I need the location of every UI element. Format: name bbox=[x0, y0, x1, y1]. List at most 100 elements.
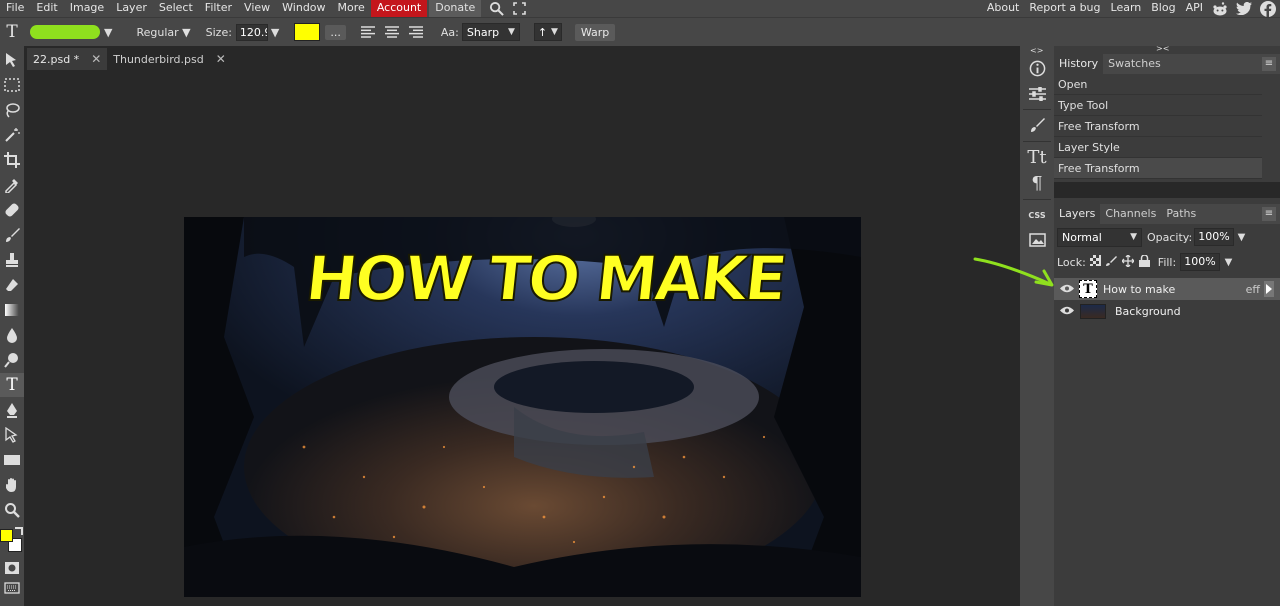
zoom-tool-icon[interactable] bbox=[0, 498, 24, 522]
layer-effects-badge[interactable]: eff bbox=[1246, 283, 1260, 296]
more-options-button[interactable]: ... bbox=[325, 24, 346, 40]
expand-effects-icon[interactable] bbox=[1264, 281, 1274, 297]
history-item[interactable]: Layer Style bbox=[1054, 137, 1262, 158]
lock-all-icon[interactable] bbox=[1138, 253, 1150, 270]
align-center-icon[interactable] bbox=[382, 26, 402, 38]
font-style-dropdown[interactable]: Regular ▼ bbox=[136, 26, 190, 39]
text-direction-dropdown[interactable]: ↑ ▼ bbox=[533, 23, 562, 41]
text-color-swatch[interactable] bbox=[294, 23, 321, 41]
menu-file[interactable]: File bbox=[0, 0, 30, 17]
lasso-tool-icon[interactable] bbox=[0, 98, 24, 122]
history-item-current[interactable]: Free Transform bbox=[1054, 158, 1262, 179]
lock-pixels-icon[interactable] bbox=[1105, 255, 1117, 269]
brush-tool-icon[interactable] bbox=[0, 223, 24, 247]
crop-tool-icon[interactable] bbox=[0, 148, 24, 172]
twitter-icon[interactable] bbox=[1232, 2, 1256, 15]
move-tool-icon[interactable] bbox=[0, 48, 24, 72]
healing-tool-icon[interactable] bbox=[0, 198, 24, 222]
panel-menu-icon[interactable]: ≡ bbox=[1262, 207, 1276, 221]
history-item[interactable]: Free Transform bbox=[1054, 116, 1262, 137]
close-icon[interactable]: ✕ bbox=[91, 52, 101, 66]
headline-text-layer[interactable]: HOW TO MAKE bbox=[301, 239, 789, 319]
collapse-arrows-icon[interactable]: >< bbox=[1156, 44, 1169, 53]
tab-label: Thunderbird.psd bbox=[113, 52, 204, 66]
marquee-tool-icon[interactable] bbox=[0, 73, 24, 97]
foreground-color-swatch[interactable] bbox=[0, 529, 13, 542]
close-icon[interactable]: ✕ bbox=[216, 52, 226, 66]
history-item[interactable]: Type Tool bbox=[1054, 95, 1262, 116]
about-link[interactable]: About bbox=[982, 0, 1025, 17]
eyedropper-tool-icon[interactable] bbox=[0, 173, 24, 197]
antialias-dropdown[interactable]: Sharp ▼ bbox=[461, 23, 520, 41]
chevron-down-icon[interactable]: ▼ bbox=[1225, 257, 1233, 268]
canvas[interactable]: HOW TO MAKE bbox=[184, 217, 861, 597]
menu-filter[interactable]: Filter bbox=[199, 0, 238, 17]
font-family-dropdown-icon[interactable]: ▼ bbox=[104, 26, 112, 39]
menu-image[interactable]: Image bbox=[64, 0, 110, 17]
align-right-icon[interactable] bbox=[406, 26, 426, 38]
report-bug-link[interactable]: Report a bug bbox=[1024, 0, 1105, 17]
collapse-arrows-icon[interactable]: <> bbox=[1030, 46, 1043, 55]
fullscreen-icon[interactable] bbox=[511, 0, 527, 17]
learn-link[interactable]: Learn bbox=[1106, 0, 1147, 17]
shape-tool-icon[interactable] bbox=[0, 448, 24, 472]
size-dropdown-icon[interactable]: ▼ bbox=[271, 26, 279, 39]
tab-thunderbird-psd[interactable]: Thunderbird.psd ✕ bbox=[107, 48, 232, 70]
menu-layer[interactable]: Layer bbox=[110, 0, 153, 17]
blur-tool-icon[interactable] bbox=[0, 323, 24, 347]
eye-icon[interactable] bbox=[1060, 283, 1074, 296]
menu-select[interactable]: Select bbox=[153, 0, 199, 17]
image-icon[interactable] bbox=[1023, 227, 1051, 253]
size-input[interactable]: 120.9 bbox=[235, 23, 268, 41]
layer-row-background[interactable]: Background bbox=[1054, 300, 1280, 322]
type-tool-icon[interactable]: T bbox=[0, 373, 24, 397]
dodge-tool-icon[interactable] bbox=[0, 348, 24, 372]
gradient-tool-icon[interactable] bbox=[0, 298, 24, 322]
lock-transparency-icon[interactable] bbox=[1089, 255, 1101, 269]
css-icon[interactable]: CSS bbox=[1023, 202, 1051, 228]
history-item[interactable]: Open bbox=[1054, 74, 1262, 95]
reddit-icon[interactable] bbox=[1208, 1, 1232, 16]
hand-tool-icon[interactable] bbox=[0, 473, 24, 497]
keyboard-icon[interactable] bbox=[0, 576, 24, 600]
align-left-icon[interactable] bbox=[358, 26, 378, 38]
eye-icon[interactable] bbox=[1060, 305, 1074, 318]
api-link[interactable]: API bbox=[1181, 0, 1208, 17]
path-selection-tool-icon[interactable] bbox=[0, 423, 24, 447]
adjustments-icon[interactable] bbox=[1023, 81, 1051, 107]
tab-22-psd[interactable]: 22.psd * ✕ bbox=[27, 48, 108, 70]
menu-more[interactable]: More bbox=[332, 0, 371, 17]
tab-swatches[interactable]: Swatches bbox=[1103, 54, 1166, 74]
warp-button[interactable]: Warp bbox=[574, 23, 616, 41]
eraser-tool-icon[interactable] bbox=[0, 273, 24, 297]
layer-row-how-to-make[interactable]: T How to make eff bbox=[1054, 278, 1280, 300]
panel-menu-icon[interactable]: ≡ bbox=[1262, 57, 1276, 71]
menu-edit[interactable]: Edit bbox=[30, 0, 63, 17]
swap-colors-icon[interactable] bbox=[15, 527, 23, 535]
menu-view[interactable]: View bbox=[238, 0, 276, 17]
info-icon[interactable] bbox=[1023, 55, 1051, 81]
opacity-input[interactable]: 100% bbox=[1194, 228, 1234, 246]
font-family-swatch[interactable] bbox=[30, 25, 100, 39]
fill-input[interactable]: 100% bbox=[1180, 253, 1220, 271]
tab-channels[interactable]: Channels bbox=[1100, 204, 1161, 224]
facebook-icon[interactable] bbox=[1256, 0, 1280, 17]
magic-wand-tool-icon[interactable] bbox=[0, 123, 24, 147]
chevron-down-icon[interactable]: ▼ bbox=[1238, 232, 1246, 243]
tab-history[interactable]: History bbox=[1054, 54, 1104, 74]
pen-tool-icon[interactable] bbox=[0, 398, 24, 422]
blend-mode-dropdown[interactable]: Normal ▼ bbox=[1057, 227, 1142, 247]
account-button[interactable]: Account bbox=[370, 0, 428, 17]
character-icon[interactable]: Tt bbox=[1023, 144, 1051, 170]
search-icon[interactable] bbox=[487, 0, 505, 17]
css-label: CSS bbox=[1028, 210, 1046, 220]
paragraph-icon[interactable]: ¶ bbox=[1023, 170, 1051, 196]
lock-position-icon[interactable] bbox=[1120, 253, 1135, 270]
tab-layers[interactable]: Layers bbox=[1054, 204, 1101, 224]
blog-link[interactable]: Blog bbox=[1146, 0, 1180, 17]
menu-window[interactable]: Window bbox=[276, 0, 331, 17]
donate-button[interactable]: Donate bbox=[429, 0, 482, 17]
clone-stamp-tool-icon[interactable] bbox=[0, 248, 24, 272]
tab-paths[interactable]: Paths bbox=[1161, 204, 1201, 224]
brush-settings-icon[interactable] bbox=[1023, 112, 1051, 138]
